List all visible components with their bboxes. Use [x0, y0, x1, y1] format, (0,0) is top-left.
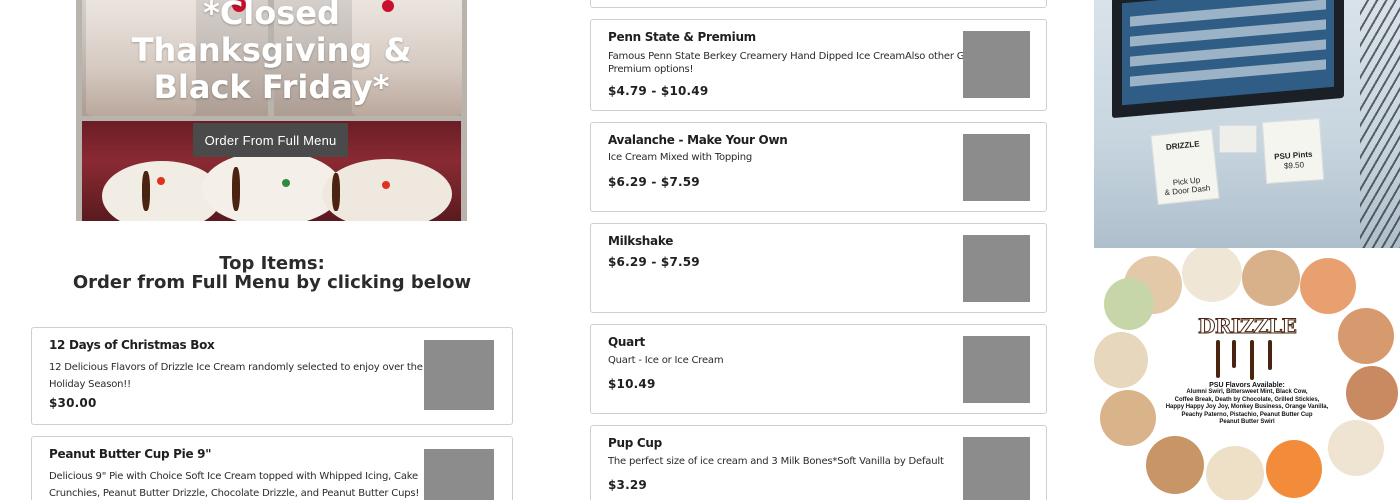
psu-flavors-line: Peanut Butter Swirl — [1219, 419, 1275, 426]
menu-item-thumbnail[interactable] — [963, 437, 1030, 500]
menu-item-description: Famous Penn State Berkey Creamery Hand D… — [608, 50, 984, 76]
menu-item-thumbnail[interactable] — [424, 340, 494, 410]
psu-flavors-list: PSU Flavors Available: Alumni Swirl, Bit… — [1164, 382, 1330, 426]
hero-title-line3: Black Friday* — [153, 68, 390, 106]
menu-item-description: Quart - Ice or Ice Cream — [608, 354, 724, 367]
menu-item-price: $6.29 - $7.59 — [608, 175, 700, 189]
menu-item-price: $3.29 — [608, 478, 647, 492]
menu-item-thumbnail[interactable] — [963, 235, 1030, 302]
drizzle-logo: DRIZZLE — [1198, 314, 1298, 339]
menu-item-card[interactable]: Peanut Butter Cup Pie 9" Delicious 9" Pi… — [31, 436, 513, 500]
menu-item-description: Delicious 9" Pie with Choice Soft Ice Cr… — [49, 468, 419, 500]
menu-item-name: 12 Days of Christmas Box — [49, 338, 215, 352]
menu-item-price: $10.49 — [608, 377, 656, 391]
menu-item-price: $4.79 - $10.49 — [608, 84, 709, 98]
psu-flavors-line: Alumni Swirl, Bittersweet Mint, Black Co… — [1186, 389, 1308, 396]
menu-item-description-line2: Crunchies, Peanut Butter Drizzle, Chocol… — [49, 488, 420, 499]
menu-item-thumbnail[interactable] — [963, 134, 1030, 201]
menu-item-name: Quart — [608, 335, 645, 349]
menu-item-description-line2: Premium options! — [608, 64, 694, 75]
menu-item-description: Ice Cream Mixed with Topping — [608, 151, 752, 164]
menu-item-thumbnail[interactable] — [963, 31, 1030, 98]
psu-flavors-line: Coffee Break, Death by Chocolate, Grille… — [1174, 396, 1320, 403]
menu-item-description-line1: Ice Cream Mixed with Topping — [608, 152, 753, 163]
menu-board-tv — [1112, 0, 1344, 119]
menu-item-thumbnail[interactable] — [963, 336, 1030, 403]
menu-item-card[interactable]: Milkshake $6.29 - $7.59 — [590, 223, 1047, 313]
menu-item-name: Penn State & Premium — [608, 30, 756, 44]
menu-item-card[interactable]: Quart Quart - Ice or Ice Cream $10.49 — [590, 324, 1047, 414]
psu-flavors-heading: PSU Flavors Available: — [1209, 382, 1285, 389]
hero-banner: *Closed Thanksgiving & Black Friday* Ord… — [76, 0, 467, 221]
menu-item-card[interactable]: 12 Days of Christmas Box 12 Delicious Fl… — [31, 327, 513, 425]
menu-item-description-line1: Quart - Ice or Ice Cream — [608, 355, 724, 366]
menu-item-card[interactable]: Pup Cup The perfect size of ice cream an… — [590, 425, 1047, 500]
pickup-sign: DRIZZLE Pick Up & Door Dash — [1150, 128, 1220, 206]
menu-item-card[interactable]: Avalanche - Make Your Own Ice Cream Mixe… — [590, 122, 1047, 212]
menu-item-thumbnail[interactable] — [424, 449, 494, 500]
top-items-heading: Top Items: Order from Full Menu by click… — [31, 254, 513, 292]
menu-item-name: Avalanche - Make Your Own — [608, 133, 788, 147]
shop-counter-photo: DRIZZLE Pick Up & Door Dash PSU Pints $9… — [1094, 0, 1400, 248]
drizzle-flavors-graphic: DRIZZLE PSU Flavors Available: Alumni Sw… — [1094, 248, 1400, 500]
menu-item-description-line2: Holiday Season!! — [49, 379, 131, 390]
menu-item-name: Milkshake — [608, 234, 674, 248]
top-items-heading-line1: Top Items: — [219, 253, 325, 274]
psu-flavors-line: Peachy Paterno, Pistachio, Peanut Butter… — [1181, 411, 1313, 418]
hero-title-line2: Thanksgiving & — [131, 31, 412, 69]
menu-item-description-line1: 12 Delicious Flavors of Drizzle Ice Crea… — [49, 362, 423, 373]
psu-flavors-line: Happy Happy Joy Joy, Monkey Business, Or… — [1165, 404, 1329, 411]
menu-item-price: $30.00 — [49, 396, 97, 410]
menu-item-price: $6.29 - $7.59 — [608, 255, 700, 269]
pickup-sign-brand: DRIZZLE — [1165, 139, 1201, 152]
menu-item-name: Peanut Butter Cup Pie 9" — [49, 447, 212, 461]
psu-pints-sign: PSU Pints $9.50 — [1261, 118, 1325, 184]
menu-item-description: The perfect size of ice cream and 3 Milk… — [608, 455, 944, 468]
hero-title-line1: *Closed — [203, 0, 340, 32]
menu-item-name: Pup Cup — [608, 436, 662, 450]
menu-item-description: 12 Delicious Flavors of Drizzle Ice Crea… — [49, 359, 423, 393]
menu-item-card[interactable]: Penn State & Premium Famous Penn State B… — [590, 19, 1047, 111]
top-items-heading-line2: Order from Full Menu by clicking below — [72, 272, 472, 293]
menu-item-description-line1: Delicious 9" Pie with Choice Soft Ice Cr… — [49, 471, 418, 482]
menu-item-description-line1: Famous Penn State Berkey Creamery Hand D… — [608, 51, 984, 62]
menu-item-description-line1: The perfect size of ice cream and 3 Milk… — [608, 456, 944, 467]
menu-item-card[interactable] — [590, 0, 1047, 8]
hero-title: *Closed Thanksgiving & Black Friday* — [76, 0, 467, 106]
order-full-menu-button[interactable]: Order From Full Menu — [193, 123, 348, 157]
